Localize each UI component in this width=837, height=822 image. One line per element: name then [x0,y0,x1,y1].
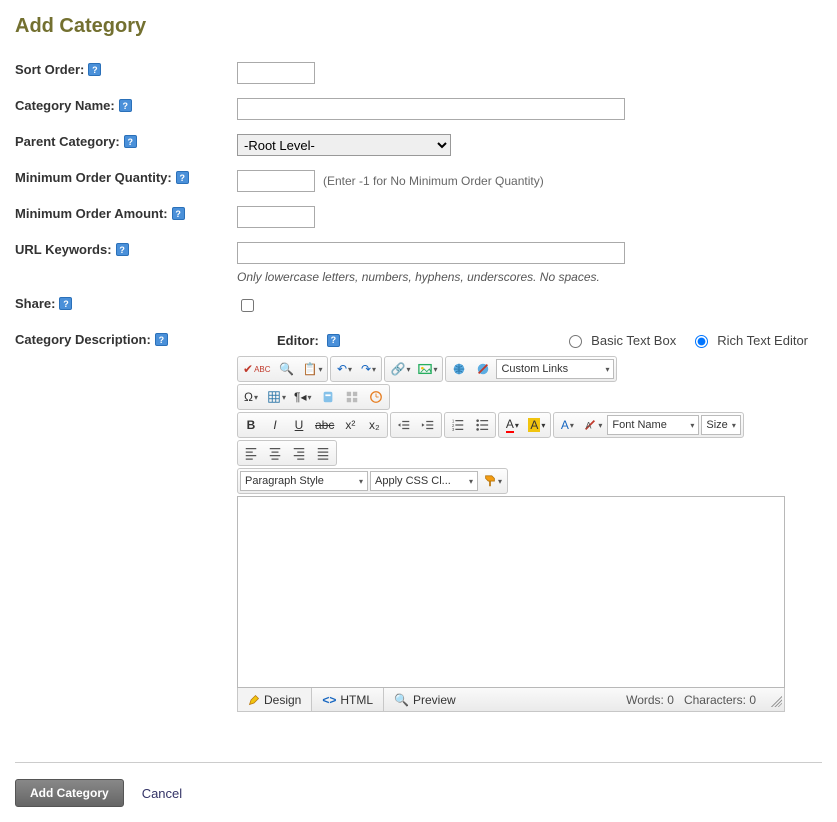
svg-text:3: 3 [452,427,455,432]
svg-text:A: A [586,421,592,431]
help-icon[interactable]: ? [116,243,129,256]
parent-category-select[interactable]: -Root Level- [237,134,451,156]
forecolor-picker-icon[interactable]: A▾ [501,415,523,435]
min-amount-input[interactable] [237,206,315,228]
preview-tab-label: Preview [413,693,456,707]
basic-text-label: Basic Text Box [591,333,676,348]
numbered-list-button[interactable]: 123 [447,415,469,435]
link-world-icon[interactable] [448,359,470,379]
font-style-icon[interactable]: A▾ [556,415,578,435]
code-icon: <> [322,693,336,707]
pencil-icon [248,694,260,706]
url-keywords-label: URL Keywords: [15,242,112,257]
share-label: Share: [15,296,55,311]
module-manager-icon[interactable] [341,387,363,407]
apply-css-dropdown[interactable]: Apply CSS Cl... ▾ [370,471,478,491]
table-icon[interactable]: ▾ [264,387,289,407]
custom-links-label: Custom Links [501,363,568,375]
paragraph-style-label: Paragraph Style [245,475,324,487]
rich-text-label: Rich Text Editor [717,333,808,348]
font-name-dropdown[interactable]: Font Name ▾ [607,415,699,435]
bold-button[interactable]: B [240,415,262,435]
footer-actions: Add Category Cancel [15,762,822,807]
magnifier-icon: 🔍 [394,693,409,707]
help-icon[interactable]: ? [119,99,132,112]
help-icon[interactable]: ? [59,297,72,310]
subscript-button[interactable]: x₂ [363,415,385,435]
apply-css-label: Apply CSS Cl... [375,475,451,487]
design-tab[interactable]: Design [238,688,312,711]
html-tab-label: HTML [340,693,373,707]
sort-order-label: Sort Order: [15,62,84,77]
indent-button[interactable] [417,415,439,435]
find-replace-icon[interactable]: 🔍 [276,359,298,379]
rich-text-editor: ✔ABC 🔍 📋▾ ↶▾ ↷▾ 🔗▾ ▾ Custom Links [237,356,785,712]
align-justify-button[interactable] [312,443,334,463]
font-size-dropdown[interactable]: Size▾ [701,415,741,435]
url-keywords-hint: Only lowercase letters, numbers, hyphens… [237,270,822,284]
format-painter-icon[interactable]: ▾ [480,471,505,491]
redo-icon[interactable]: ↷▾ [357,359,379,379]
clock-icon[interactable] [365,387,387,407]
min-qty-label: Minimum Order Quantity: [15,170,172,185]
font-name-label: Font Name [612,419,666,431]
hyperlink-icon[interactable]: 🔗▾ [387,359,413,379]
help-icon[interactable]: ? [155,333,168,346]
undo-icon[interactable]: ↶▾ [333,359,355,379]
backcolor-picker-icon[interactable]: A▾ [525,415,548,435]
editor-content-area[interactable] [237,496,785,688]
add-category-button[interactable]: Add Category [15,779,124,807]
paste-icon[interactable]: 📋▾ [300,359,326,379]
spellcheck-icon[interactable]: ✔ABC [240,359,274,379]
rich-text-radio[interactable] [695,335,708,348]
url-keywords-input[interactable] [237,242,625,264]
align-right-button[interactable] [288,443,310,463]
paragraph-style-dropdown[interactable]: Paragraph Style ▾ [240,471,368,491]
help-icon[interactable]: ? [176,171,189,184]
min-qty-input[interactable] [237,170,315,192]
unlink-world-icon[interactable] [472,359,494,379]
help-icon[interactable]: ? [124,135,137,148]
italic-button[interactable]: I [264,415,286,435]
category-description-label: Category Description: [15,332,151,347]
editor-label: Editor: [277,333,319,348]
category-name-label: Category Name: [15,98,115,113]
align-left-button[interactable] [240,443,262,463]
superscript-button[interactable]: x² [339,415,361,435]
strikethrough-button[interactable]: abc [312,415,337,435]
custom-links-dropdown[interactable]: Custom Links ▾ [496,359,614,379]
category-name-input[interactable] [237,98,625,120]
min-amount-label: Minimum Order Amount: [15,206,168,221]
font-size-label: Size [706,419,727,431]
min-qty-hint: (Enter -1 for No Minimum Order Quantity) [323,174,544,188]
cancel-button[interactable]: Cancel [142,786,182,801]
basic-text-radio[interactable] [569,335,582,348]
editor-stats: Words: 0 Characters: 0 [626,693,762,707]
outdent-button[interactable] [393,415,415,435]
underline-button[interactable]: U [288,415,310,435]
html-tab[interactable]: <> HTML [312,688,384,711]
resize-grip-icon[interactable] [768,693,782,707]
symbol-icon[interactable]: Ω▾ [240,387,262,407]
image-manager-icon[interactable]: ▾ [415,359,440,379]
help-icon[interactable]: ? [327,334,340,347]
align-center-button[interactable] [264,443,286,463]
page-title: Add Category [15,15,822,38]
parent-category-label: Parent Category: [15,134,120,149]
clear-format-icon[interactable]: A▾ [580,415,605,435]
share-checkbox[interactable] [241,299,254,312]
paragraph-icon[interactable]: ¶◂▾ [291,387,314,407]
preview-tab[interactable]: 🔍 Preview [384,688,466,711]
help-icon[interactable]: ? [172,207,185,220]
format-stripper-icon[interactable] [317,387,339,407]
help-icon[interactable]: ? [88,63,101,76]
design-tab-label: Design [264,693,301,707]
bullet-list-button[interactable] [471,415,493,435]
sort-order-input[interactable] [237,62,315,84]
